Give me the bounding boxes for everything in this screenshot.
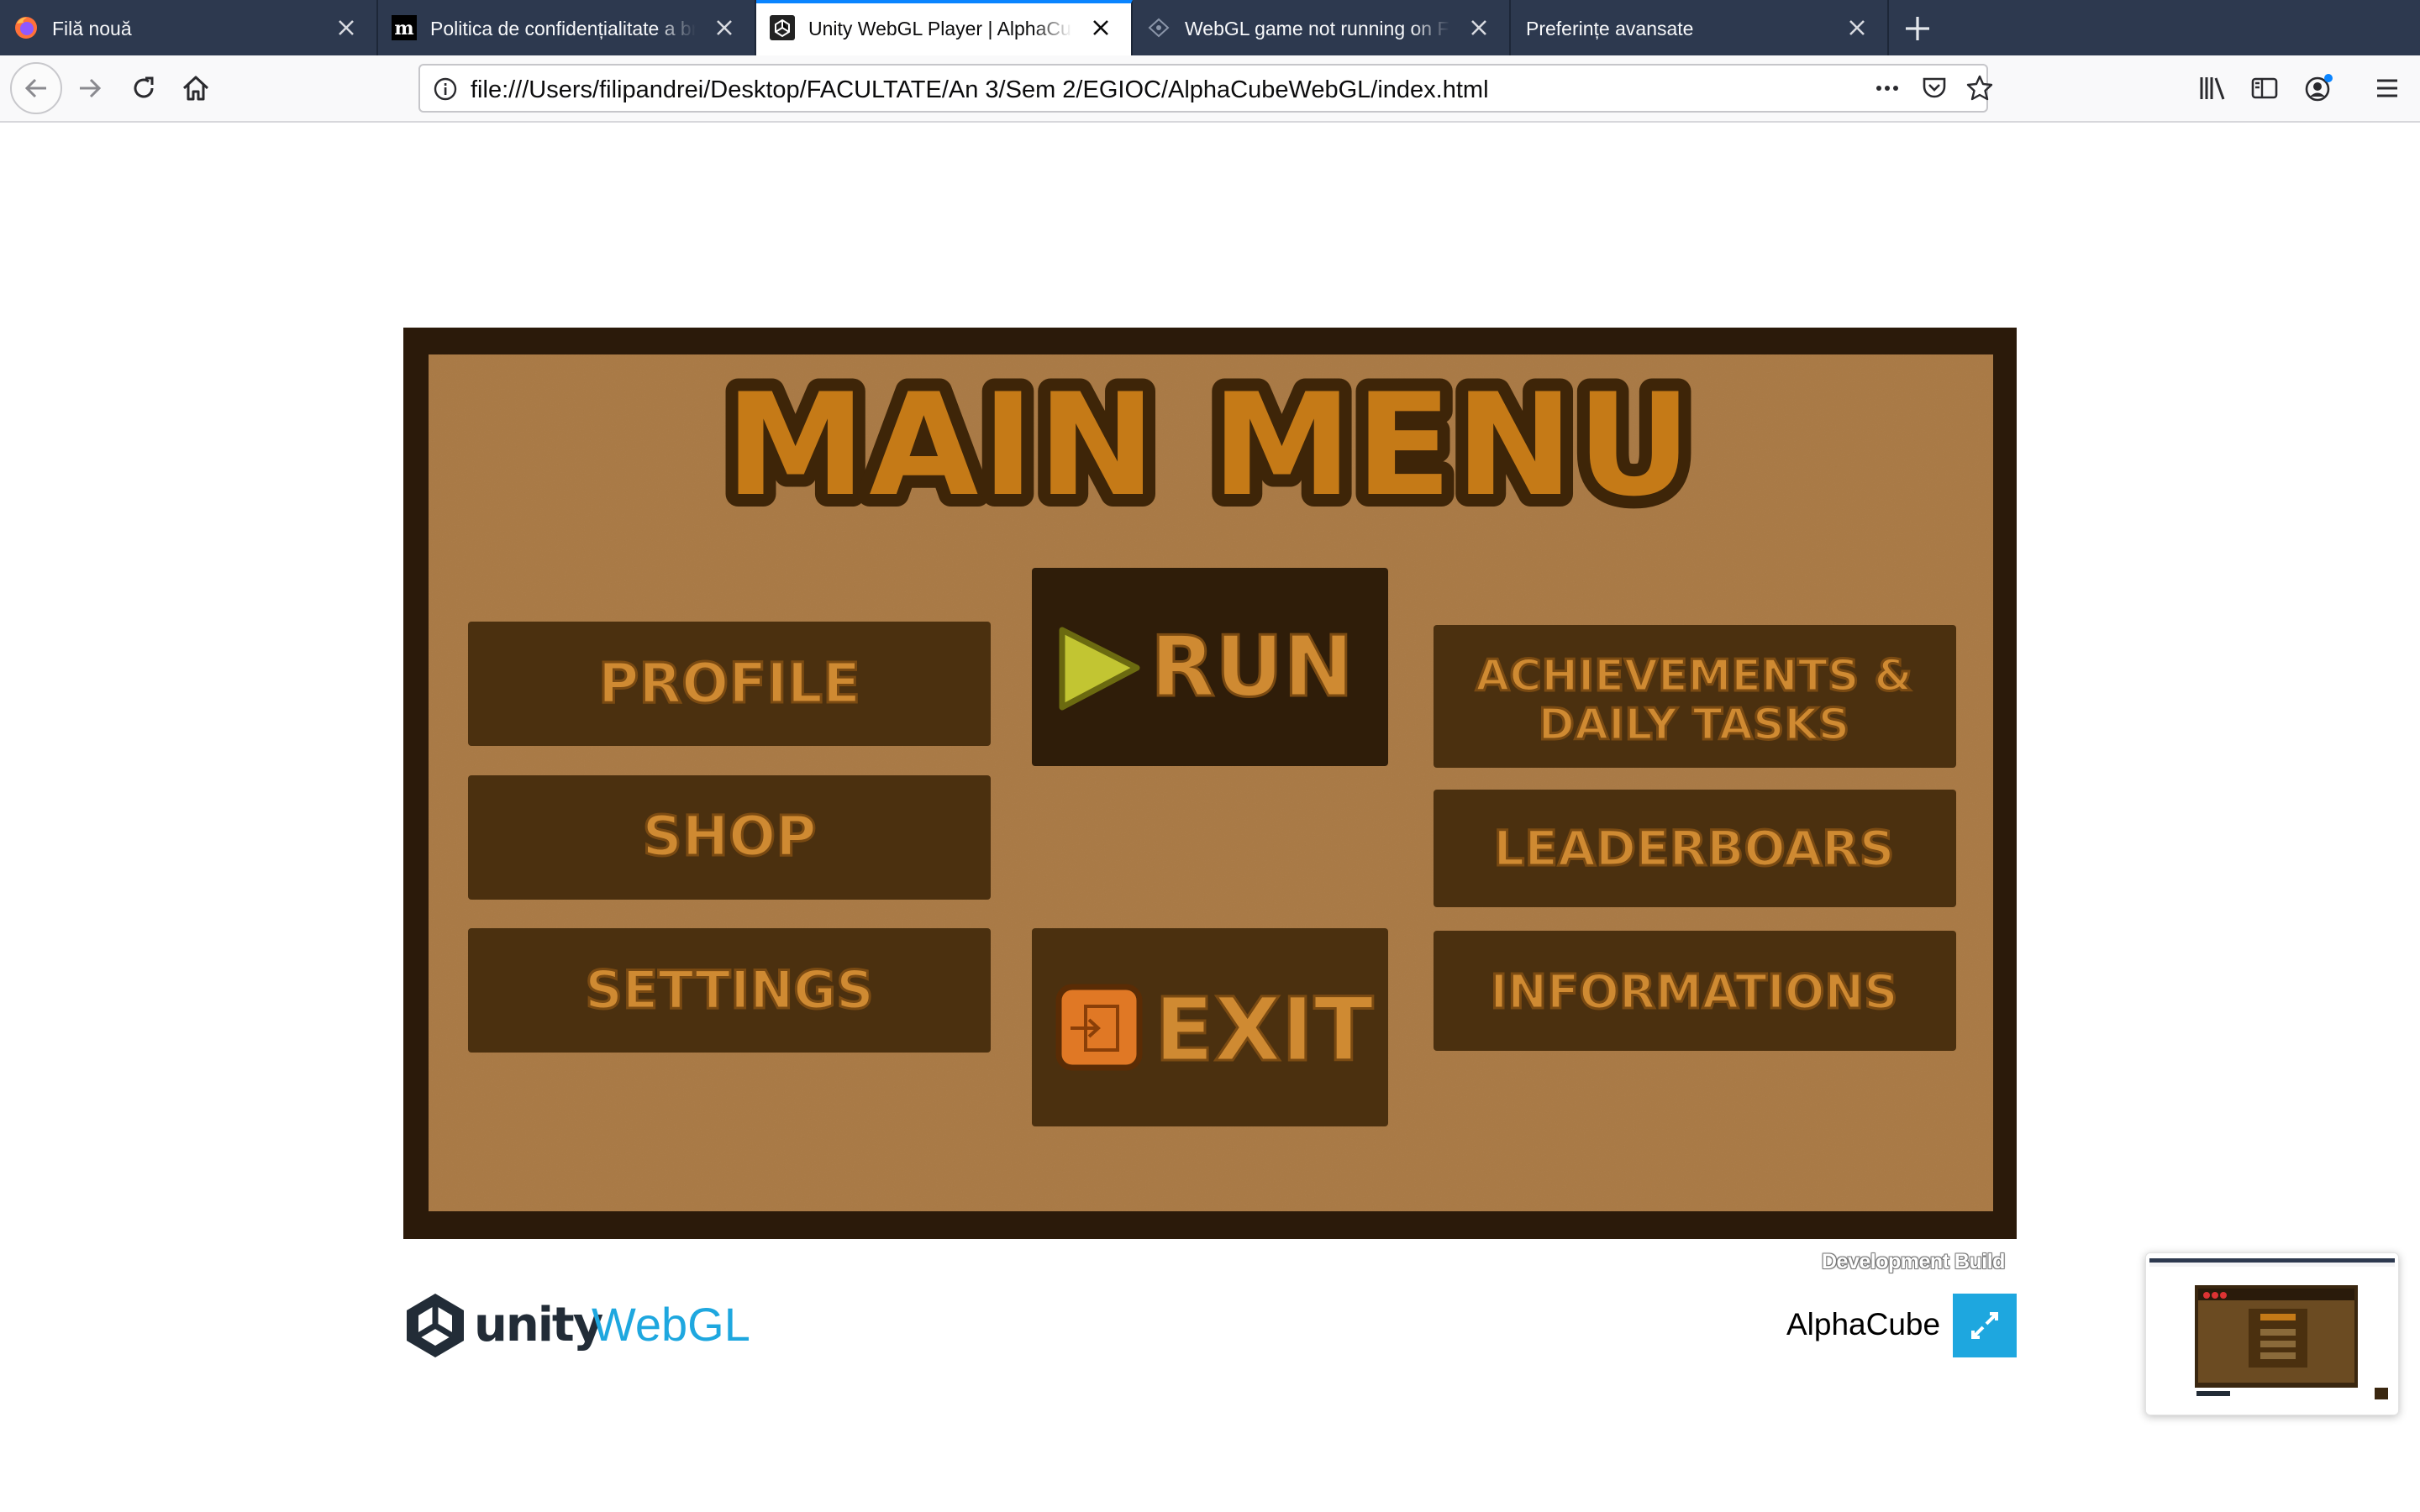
- game-render: MAIN MENU MAIN MENU PROFILE SHOP SETTING…: [403, 328, 2017, 1239]
- account-button[interactable]: [2297, 67, 2339, 109]
- development-build-label: Development Build: [1822, 1250, 2005, 1273]
- exit-door-icon: [1055, 984, 1143, 1071]
- home-icon: [182, 76, 209, 101]
- url-bar[interactable]: file:///Users/filipandrei/Desktop/FACULT…: [418, 64, 1993, 113]
- hamburger-menu-icon: [2377, 79, 2397, 97]
- page-actions-button[interactable]: [1872, 73, 1902, 103]
- informations-button[interactable]: INFORMATIONS: [1434, 931, 1956, 1051]
- tab-label: Unity WebGL Player | AlphaCube: [808, 18, 1072, 39]
- tab-new-tab[interactable]: Filă nouă: [0, 0, 378, 55]
- library-button[interactable]: [2191, 67, 2233, 109]
- settings-button[interactable]: SETTINGS: [468, 928, 991, 1053]
- profile-button[interactable]: PROFILE: [468, 622, 991, 746]
- navigation-toolbar: file:///Users/filipandrei/Desktop/FACULT…: [0, 55, 2420, 123]
- home-button[interactable]: [175, 67, 217, 109]
- site-info-icon[interactable]: [432, 76, 459, 102]
- achievements-daily-tasks-button[interactable]: ACHIEVEMENTS & DAILY TASKS: [1434, 625, 1956, 768]
- close-tab-icon[interactable]: [713, 16, 736, 39]
- close-tab-icon[interactable]: [1089, 16, 1113, 39]
- close-tab-icon[interactable]: [334, 16, 358, 39]
- screenshot-thumbnail-preview[interactable]: [2145, 1252, 2399, 1415]
- reload-icon: [134, 76, 154, 98]
- sidebar-button[interactable]: [2244, 67, 2286, 109]
- shop-button[interactable]: SHOP: [468, 775, 991, 900]
- unity-icon: [770, 15, 795, 40]
- mozilla-m-icon: m: [392, 15, 417, 40]
- reload-button[interactable]: [123, 67, 165, 109]
- tab-label: Filă nouă: [52, 18, 132, 39]
- daily-tasks-label: DAILY TASKS: [1539, 700, 1849, 750]
- app-menu-button[interactable]: [2366, 67, 2408, 109]
- achievements-label: ACHIEVEMENTS &: [1476, 651, 1912, 701]
- tab-label: Preferințe avansate: [1526, 18, 1694, 39]
- tab-webgl-game-not-running[interactable]: WebGL game not running on Firefox: [1133, 0, 1511, 55]
- run-button[interactable]: RUN: [1032, 568, 1388, 766]
- tab-label: Politica de confidențialitate a browseru…: [430, 18, 696, 39]
- svg-text:unity: unity: [474, 1298, 603, 1352]
- thumbnail-image: [2146, 1253, 2398, 1415]
- leaderboards-button[interactable]: LEADERBOARS: [1434, 790, 1956, 907]
- informations-label: INFORMATIONS: [1490, 965, 1897, 1020]
- tab-unity-webgl-player[interactable]: Unity WebGL Player | AlphaCube: [756, 0, 1133, 55]
- expand-icon: [1971, 1312, 1998, 1339]
- tab-advanced-preferences[interactable]: Preferințe avansate: [1511, 0, 1889, 55]
- firefox-icon: [15, 17, 37, 39]
- pocket-icon: [1923, 77, 1946, 98]
- url-text[interactable]: file:///Users/filipandrei/Desktop/FACULT…: [471, 77, 1489, 102]
- run-label: RUN: [1150, 617, 1354, 716]
- tab-privacy-policy[interactable]: m Politica de confidențialitate a browse…: [378, 0, 756, 55]
- profile-label: PROFILE: [598, 651, 860, 716]
- back-button[interactable]: [10, 62, 62, 114]
- svg-text:WebGL: WebGL: [592, 1298, 750, 1351]
- forward-button[interactable]: [69, 67, 111, 109]
- account-icon: [2305, 74, 2333, 102]
- bookmark-star-button[interactable]: [1965, 73, 1995, 103]
- arrow-right-icon: [80, 78, 102, 98]
- fullscreen-button[interactable]: [1953, 1294, 2017, 1357]
- unity-game-canvas[interactable]: MAIN MENU MAIN MENU PROFILE SHOP SETTING…: [403, 328, 2017, 1239]
- ellipsis-icon: [1876, 86, 1898, 91]
- arrow-left-icon: [24, 78, 46, 98]
- new-tab-plus-icon[interactable]: [1901, 12, 1934, 45]
- main-menu-title: MAIN MENU MAIN MENU: [713, 350, 1704, 540]
- settings-label: SETTINGS: [585, 959, 874, 1021]
- unity-webgl-logo: unity WebGL: [407, 1294, 750, 1357]
- tab-label: WebGL game not running on Firefox: [1185, 18, 1450, 39]
- game-title: AlphaCube: [1786, 1307, 1941, 1341]
- svg-text:MAIN MENU: MAIN MENU: [725, 363, 1695, 528]
- star-icon: [1966, 75, 1993, 101]
- exit-label: EXIT: [1155, 979, 1374, 1081]
- shop-label: SHOP: [642, 804, 816, 869]
- leaderboards-label: LEADERBOARS: [1493, 820, 1894, 877]
- close-tab-icon[interactable]: [1845, 16, 1869, 39]
- unity-cube-icon: [407, 1294, 464, 1357]
- pocket-button[interactable]: [1919, 73, 1949, 103]
- library-icon: [2200, 77, 2225, 100]
- webgl-icon: [1148, 18, 1170, 38]
- svg-text:m: m: [394, 18, 413, 39]
- exit-button[interactable]: EXIT: [1032, 928, 1388, 1126]
- close-tab-icon[interactable]: [1467, 16, 1491, 39]
- sidebar-icon: [2251, 77, 2278, 99]
- tab-strip: Filă nouă m Politica de confidențialitat…: [0, 0, 2420, 55]
